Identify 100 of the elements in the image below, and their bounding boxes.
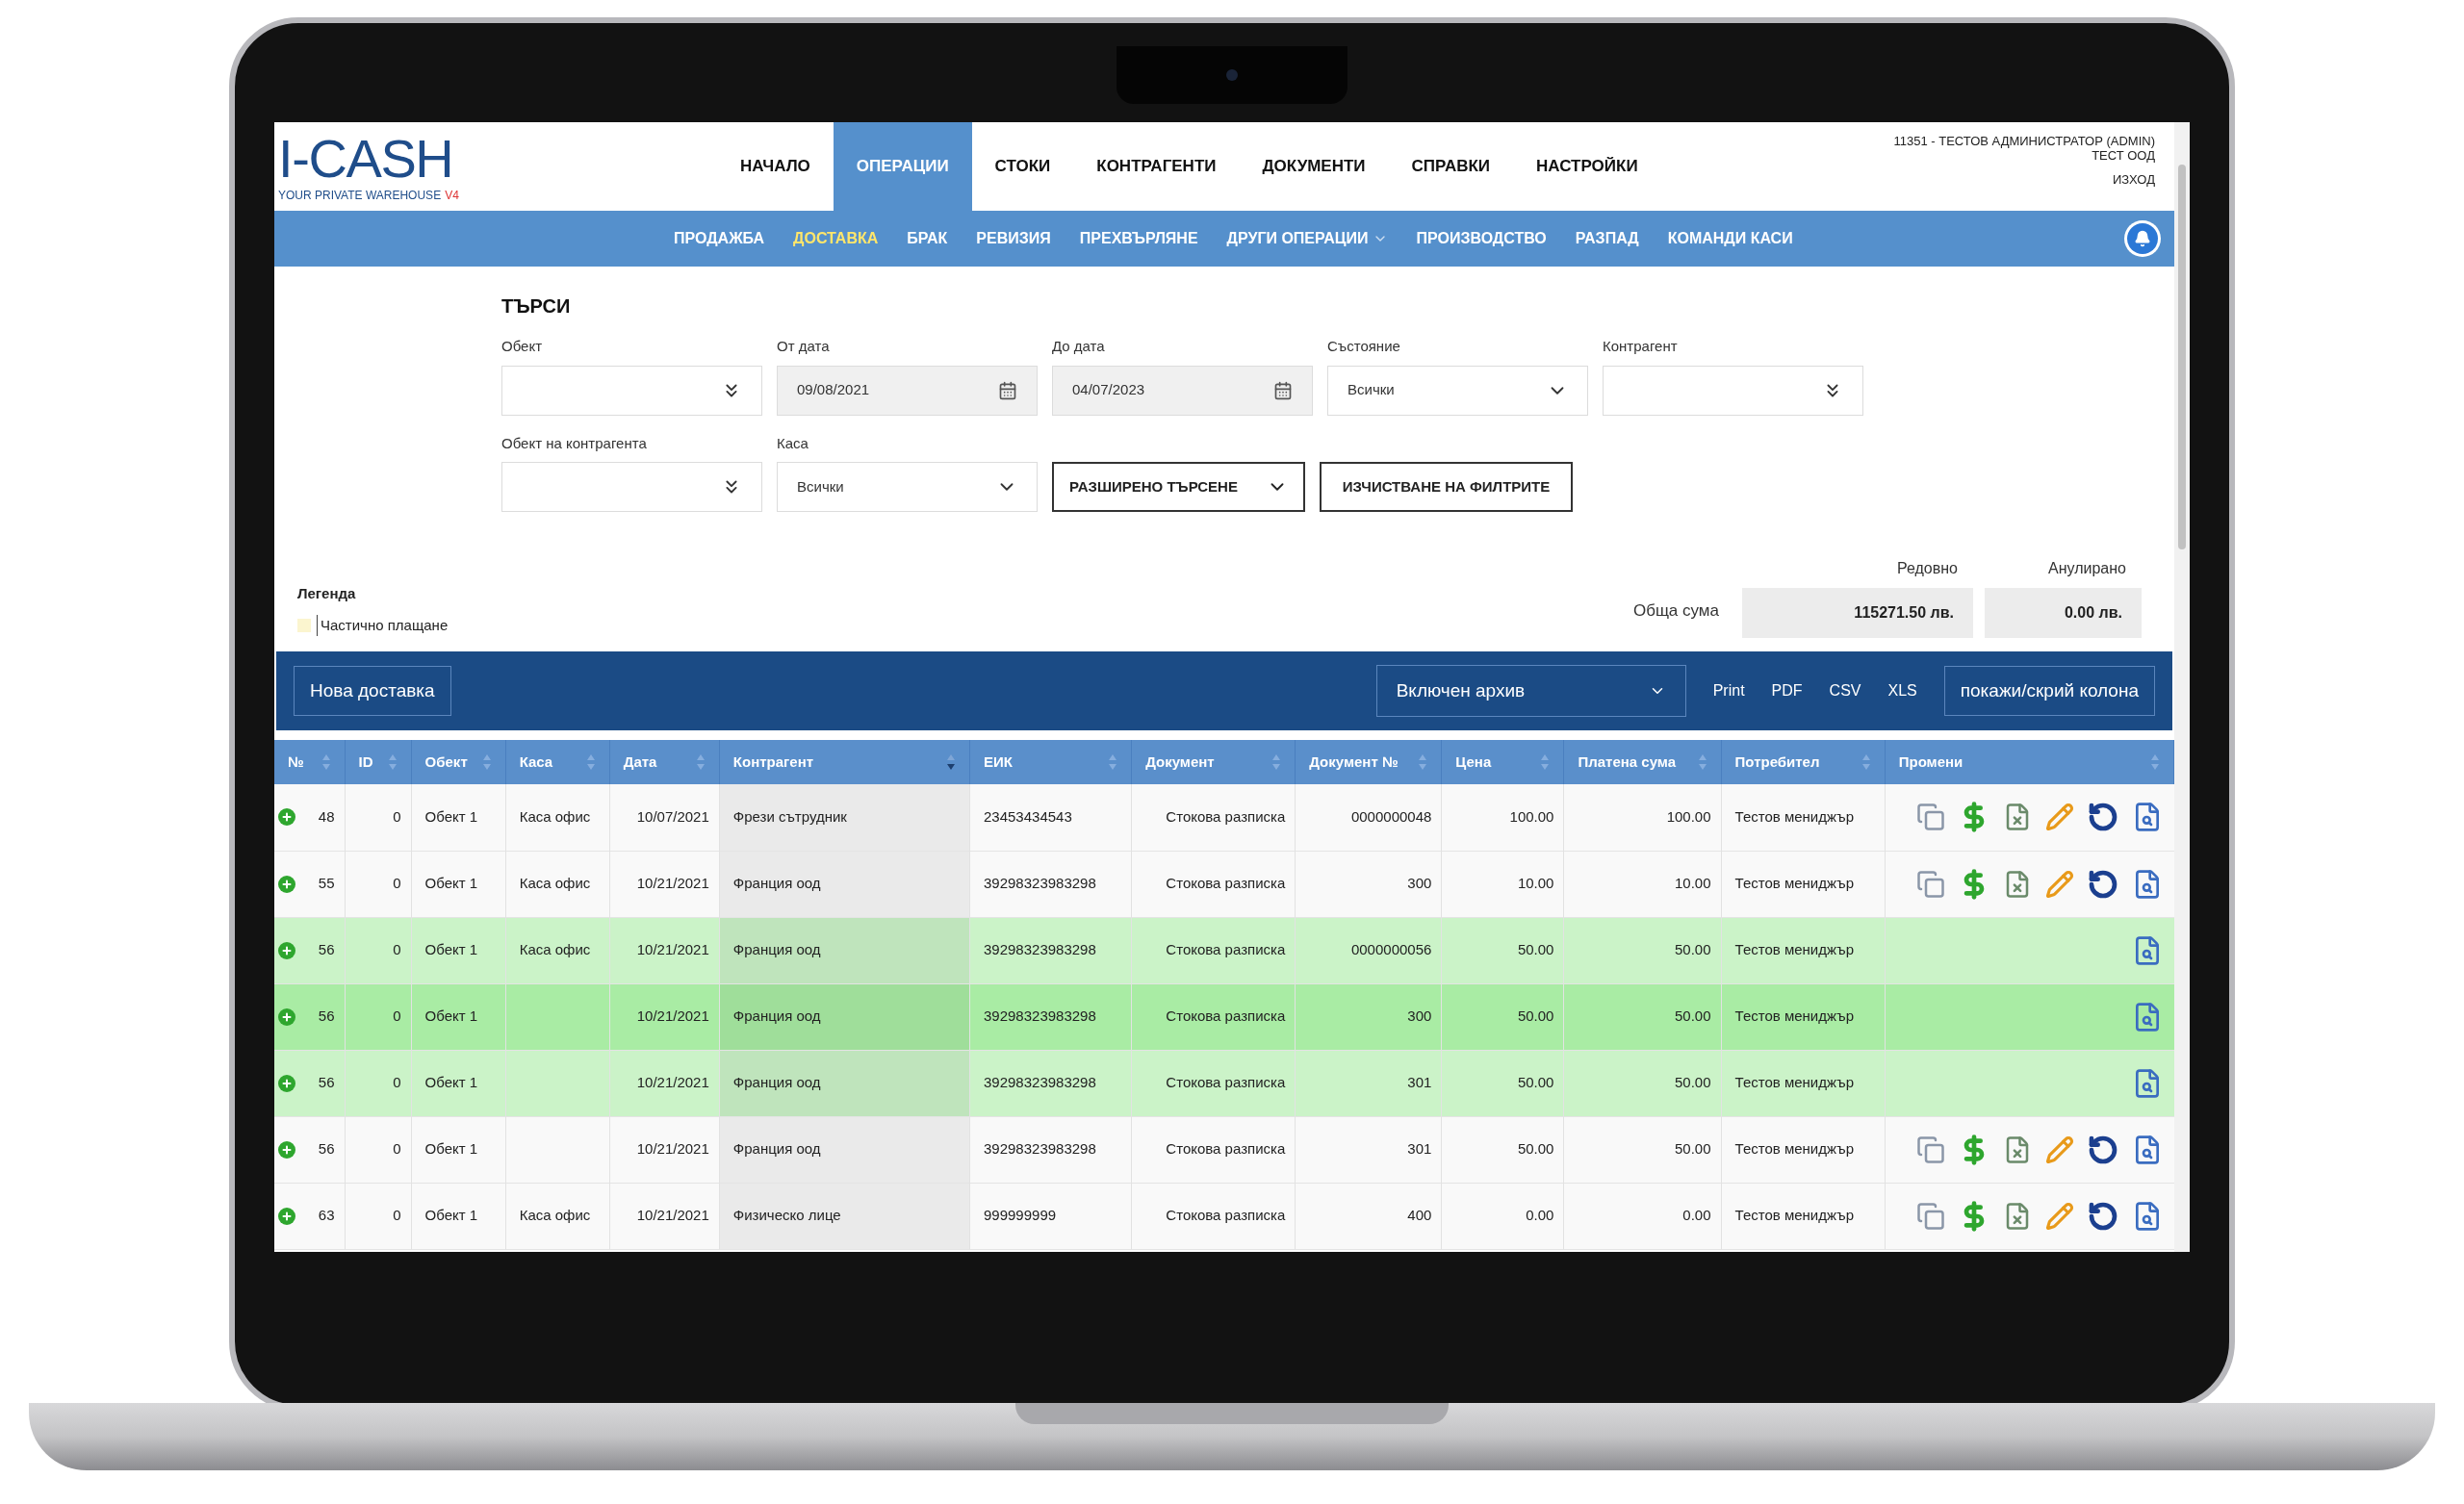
column-header[interactable]: Документ № (1295, 740, 1442, 784)
table-cell: 39298323983298 (969, 851, 1132, 917)
table-cell: Стокова разписка (1131, 983, 1296, 1050)
expand-plus-icon[interactable] (278, 1007, 295, 1026)
expand-plus-icon[interactable] (278, 1140, 295, 1159)
legend-label: Частично плащане (317, 614, 449, 636)
sort-arrows-icon (695, 753, 706, 771)
legend-title: Легенда (297, 584, 357, 603)
table-cell: 50.00 (1441, 1116, 1564, 1183)
subnav-link[interactable]: ДРУГИ ОПЕРАЦИИ (1212, 227, 1402, 250)
table-cell: 39298323983298 (969, 1050, 1132, 1116)
nav-tab[interactable]: НАСТРОЙКИ (1513, 122, 1661, 211)
table-cell: Франция оод (719, 1116, 970, 1183)
column-header[interactable]: Контрагент (719, 740, 970, 784)
archive-select[interactable]: Включен архив (1375, 665, 1686, 717)
field-label: Състояние (1327, 337, 1401, 356)
copy-icon[interactable] (1915, 1134, 1945, 1164)
table-cell: Стокова разписка (1131, 917, 1296, 983)
sort-arrows-icon (481, 753, 492, 771)
row-number: 56 (318, 1139, 335, 1160)
export-link[interactable]: CSV (1829, 679, 1861, 702)
nav-tab[interactable]: ОПЕРАЦИИ (833, 122, 972, 211)
subnav-link[interactable]: КОМАНДИ КАСИ (1653, 227, 1808, 250)
export-link[interactable]: Print (1712, 679, 1745, 702)
undo-icon[interactable] (2087, 802, 2118, 833)
undo-icon[interactable] (2087, 1134, 2118, 1165)
column-header[interactable]: Каса (505, 740, 610, 784)
table-cell: 999999999 (969, 1183, 1132, 1249)
column-header[interactable]: Промени (1885, 740, 2174, 784)
subnav-link[interactable]: ПРОДАЖБА (659, 227, 780, 250)
picker-field[interactable] (1603, 365, 1863, 416)
column-header[interactable]: ЕИК (969, 740, 1132, 784)
nav-tab[interactable]: КОНТРАГЕНТИ (1073, 122, 1240, 211)
table-cell: 10/21/2021 (609, 1116, 720, 1183)
table-cell: Стокова разписка (1131, 784, 1296, 851)
clear-filters-button[interactable]: ИЗЧИСТВАНЕ НА ФИЛТРИТЕ (1320, 462, 1573, 512)
subnav-link[interactable]: ПРЕХВЪРЛЯНЕ (1065, 227, 1213, 250)
nav-tab[interactable]: НАЧАЛО (717, 122, 834, 211)
nav-tab[interactable]: ДОКУМЕНТИ (1239, 122, 1389, 211)
subnav-link[interactable]: ПРОИЗВОДСТВО (1401, 227, 1561, 250)
table-cell: 39298323983298 (969, 917, 1132, 983)
column-header[interactable]: № (274, 740, 346, 784)
expand-plus-icon[interactable] (278, 808, 295, 827)
expand-plus-icon[interactable] (278, 941, 295, 959)
pencil-icon[interactable] (2044, 869, 2074, 899)
logout-link[interactable]: ИЗХОД (2112, 172, 2155, 187)
undo-icon[interactable] (2087, 868, 2118, 900)
subnav-link[interactable]: ДОСТАВКА (779, 227, 893, 250)
table-cell: 0 (345, 1116, 412, 1183)
table-cell: Физическо лице (719, 1183, 970, 1249)
pencil-icon[interactable] (2044, 1201, 2074, 1231)
export-link[interactable]: XLS (1887, 679, 1917, 702)
new-delivery-button[interactable]: Нова доставка (294, 666, 451, 716)
table-cell: 301 (1295, 1050, 1442, 1116)
table-cell: Обект 1 (411, 1116, 506, 1183)
subnav-link[interactable]: РЕВИЗИЯ (962, 227, 1065, 250)
undo-icon[interactable] (2087, 1200, 2118, 1232)
nav-tab[interactable]: СПРАВКИ (1388, 122, 1514, 211)
column-header[interactable]: Дата (609, 740, 720, 784)
search-title: ТЪРСИ (501, 294, 572, 319)
table-cell: 0.00 (1441, 1183, 1564, 1249)
expand-plus-icon[interactable] (278, 1207, 295, 1225)
toggle-columns-button[interactable]: покажи/скрий колона (1943, 666, 2155, 716)
select-field[interactable]: Всички (1327, 365, 1588, 416)
column-header[interactable]: Цена (1441, 740, 1564, 784)
select-field[interactable]: Всички (777, 462, 1038, 512)
copy-icon[interactable] (1915, 869, 1945, 899)
picker-field[interactable] (501, 365, 762, 416)
field-label: От дата (777, 337, 831, 356)
expand-plus-icon[interactable] (278, 1074, 295, 1092)
field-label: До дата (1052, 337, 1106, 356)
sort-arrows-icon (387, 753, 398, 771)
field-label: Обект на контрагента (501, 433, 648, 453)
field-label: Контрагент (1603, 337, 1679, 356)
pencil-icon[interactable] (2044, 1134, 2074, 1164)
table-cell: Каса офис (505, 917, 610, 983)
company-name: ТЕСТ ООД (2092, 148, 2155, 163)
export-link[interactable]: PDF (1771, 679, 1803, 702)
column-header[interactable]: Документ (1131, 740, 1296, 784)
column-header[interactable]: ID (345, 740, 412, 784)
copy-icon[interactable] (1915, 803, 1945, 832)
subnav-link[interactable]: РАЗПАД (1560, 227, 1654, 250)
picker-field[interactable] (501, 462, 762, 512)
sort-arrows-icon (321, 753, 331, 771)
advanced-search-button[interactable]: РАЗШИРЕНО ТЪРСЕНЕ (1052, 462, 1305, 512)
subnav-link[interactable]: БРАК (892, 227, 962, 250)
sort-arrows-icon (585, 753, 596, 771)
nav-tab[interactable]: СТОКИ (971, 122, 1074, 211)
column-header[interactable]: Обект (411, 740, 506, 784)
row-number: 55 (318, 874, 335, 894)
column-header[interactable]: Платена сума (1563, 740, 1722, 784)
date-field[interactable]: 09/08/2021 (777, 365, 1038, 416)
copy-icon[interactable] (1915, 1201, 1945, 1231)
table-cell: Обект 1 (411, 784, 506, 851)
pencil-icon[interactable] (2044, 803, 2074, 832)
column-header[interactable]: Потребител (1721, 740, 1886, 784)
notification-button[interactable] (2124, 220, 2161, 257)
table-cell: Тестов мениджър (1721, 851, 1886, 917)
date-field[interactable]: 04/07/2023 (1052, 365, 1313, 416)
expand-plus-icon[interactable] (278, 875, 295, 893)
